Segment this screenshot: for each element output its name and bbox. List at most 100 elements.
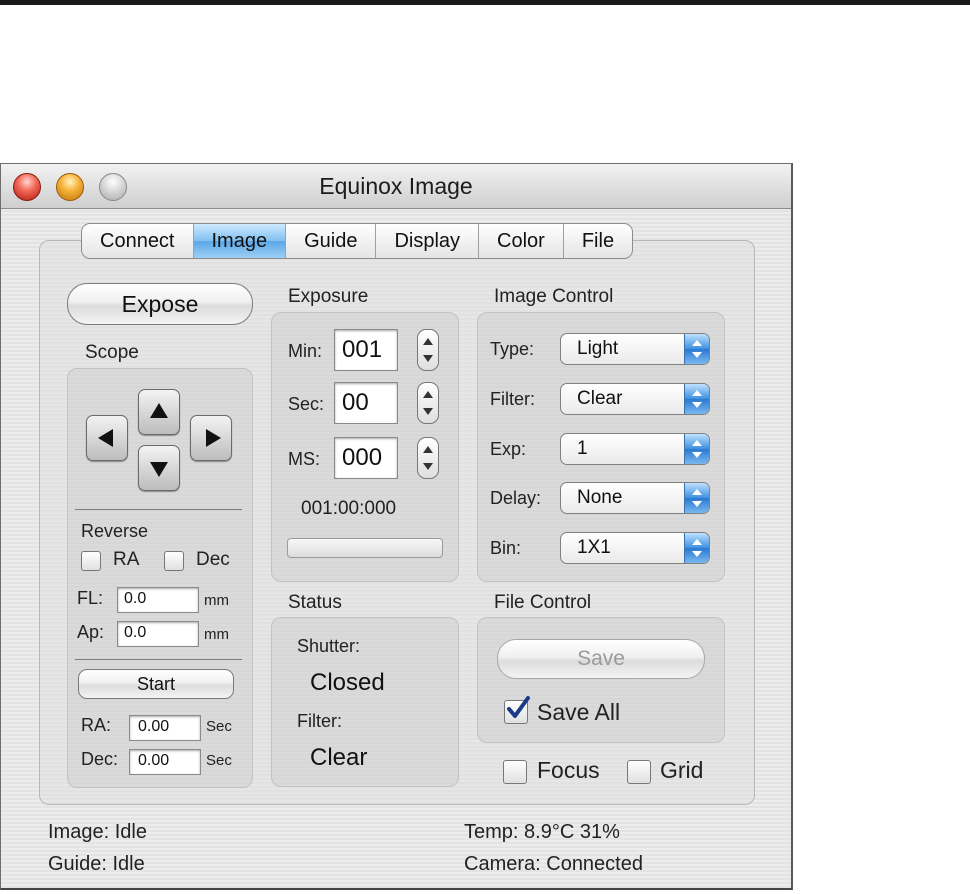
guide-dec-unit: Sec bbox=[206, 752, 232, 769]
delay-select[interactable]: None bbox=[560, 482, 710, 514]
exposure-total: 001:00:000 bbox=[301, 498, 397, 519]
stepper-down-icon bbox=[423, 463, 433, 470]
window-title: Equinox Image bbox=[319, 173, 473, 199]
sec-stepper[interactable] bbox=[417, 382, 439, 424]
footer-camera: Camera: Connected bbox=[464, 853, 643, 875]
delay-label: Delay: bbox=[490, 488, 542, 508]
type-label: Type: bbox=[490, 339, 535, 359]
footer-guide-status: Guide: Idle bbox=[48, 853, 145, 875]
fl-label: FL: bbox=[77, 588, 104, 608]
reverse-ra-label: RA bbox=[113, 549, 140, 570]
top-border bbox=[0, 0, 970, 5]
guide-ra-unit: Sec bbox=[206, 718, 232, 735]
stepper-up-icon bbox=[423, 391, 433, 398]
delay-select-value: None bbox=[577, 487, 623, 508]
filter-select[interactable]: Clear bbox=[560, 383, 710, 415]
scope-separator-top bbox=[75, 509, 242, 510]
scope-label: Scope bbox=[85, 342, 139, 363]
reverse-label: Reverse bbox=[81, 521, 149, 541]
stepper-up-icon bbox=[423, 446, 433, 453]
ap-field[interactable]: 0.0 bbox=[117, 621, 199, 647]
guide-dec-label: Dec: bbox=[81, 749, 119, 769]
expose-button-label: Expose bbox=[121, 291, 199, 317]
exposure-label: Exposure bbox=[288, 286, 369, 307]
stepper-down-icon bbox=[423, 355, 433, 362]
tab-file[interactable]: File bbox=[564, 224, 632, 258]
grid-label: Grid bbox=[660, 757, 704, 783]
reverse-ra-checkbox[interactable] bbox=[81, 551, 101, 571]
scope-up-button[interactable] bbox=[138, 389, 180, 435]
scope-right-button[interactable] bbox=[190, 415, 232, 461]
ap-value: 0.0 bbox=[124, 624, 147, 641]
fl-value: 0.0 bbox=[124, 590, 147, 607]
exposure-progress-bar bbox=[287, 538, 443, 558]
min-stepper[interactable] bbox=[417, 329, 439, 371]
guide-ra-field[interactable]: 0.00 bbox=[129, 715, 201, 741]
expose-button[interactable]: Expose bbox=[67, 283, 253, 325]
grid-checkbox[interactable] bbox=[627, 760, 651, 784]
tab-bar: Connect Image Guide Display Color File bbox=[81, 223, 634, 259]
guide-ra-label: RA: bbox=[81, 715, 112, 735]
status-filter-value: Clear bbox=[310, 744, 368, 771]
sec-value: 00 bbox=[342, 389, 369, 416]
save-all-label: Save All bbox=[537, 699, 621, 725]
tab-image[interactable]: Image bbox=[193, 224, 287, 258]
footer-image-status: Image: Idle bbox=[48, 821, 147, 843]
save-all-checkbox[interactable] bbox=[504, 696, 530, 724]
fl-unit: mm bbox=[204, 592, 229, 609]
file-control-label: File Control bbox=[494, 592, 592, 613]
scope-left-button[interactable] bbox=[86, 415, 128, 461]
guide-start-label: Start bbox=[136, 674, 175, 694]
stepper-up-icon bbox=[423, 338, 433, 345]
tab-guide[interactable]: Guide bbox=[286, 224, 377, 258]
focus-label: Focus bbox=[537, 757, 600, 783]
ms-stepper[interactable] bbox=[417, 437, 439, 479]
exp-label: Exp: bbox=[490, 439, 527, 459]
guide-start-button[interactable]: Start bbox=[78, 669, 234, 699]
min-value: 001 bbox=[342, 336, 383, 363]
footer-temp: Temp: 8.9°C 31% bbox=[464, 821, 620, 843]
status-filter-label: Filter: bbox=[297, 711, 342, 731]
ap-unit: mm bbox=[204, 626, 229, 643]
right-arrow-icon bbox=[206, 429, 221, 447]
reverse-dec-label: Dec bbox=[196, 549, 230, 570]
min-field[interactable]: 001 bbox=[334, 329, 398, 371]
up-arrow-icon bbox=[150, 403, 168, 418]
image-control-label: Image Control bbox=[494, 286, 614, 307]
select-arrows-icon bbox=[684, 384, 709, 414]
focus-checkbox[interactable] bbox=[503, 760, 527, 784]
tab-color[interactable]: Color bbox=[479, 224, 564, 258]
ms-label: MS: bbox=[288, 449, 321, 469]
tab-connect[interactable]: Connect bbox=[82, 224, 194, 258]
status-label: Status bbox=[288, 592, 342, 613]
left-arrow-icon bbox=[98, 429, 113, 447]
save-button-label: Save bbox=[577, 647, 625, 670]
reverse-dec-checkbox[interactable] bbox=[164, 551, 184, 571]
exp-select[interactable]: 1 bbox=[560, 433, 710, 465]
shutter-label: Shutter: bbox=[297, 636, 361, 656]
type-select-value: Light bbox=[577, 338, 619, 359]
select-arrows-icon bbox=[684, 334, 709, 364]
select-arrows-icon bbox=[684, 434, 709, 464]
ap-label: Ap: bbox=[77, 622, 105, 642]
guide-dec-field[interactable]: 0.00 bbox=[129, 749, 201, 775]
type-select[interactable]: Light bbox=[560, 333, 710, 365]
save-button[interactable]: Save bbox=[497, 639, 705, 679]
ms-value: 000 bbox=[342, 444, 383, 471]
sec-label: Sec: bbox=[288, 394, 325, 414]
stepper-down-icon bbox=[423, 408, 433, 415]
scope-down-button[interactable] bbox=[138, 445, 180, 491]
filter-select-value: Clear bbox=[577, 388, 623, 409]
sec-field[interactable]: 00 bbox=[334, 382, 398, 424]
bin-label: Bin: bbox=[490, 538, 522, 558]
ms-field[interactable]: 000 bbox=[334, 437, 398, 479]
select-arrows-icon bbox=[684, 483, 709, 513]
fl-field[interactable]: 0.0 bbox=[117, 587, 199, 613]
tab-display[interactable]: Display bbox=[376, 224, 480, 258]
scope-separator-bottom bbox=[75, 659, 242, 660]
shutter-value: Closed bbox=[310, 669, 385, 696]
bin-select[interactable]: 1X1 bbox=[560, 532, 710, 564]
filter-label: Filter: bbox=[490, 389, 535, 409]
equinox-window: Equinox Image Connect Image Guide Displa… bbox=[0, 163, 793, 890]
bin-select-value: 1X1 bbox=[577, 537, 611, 558]
